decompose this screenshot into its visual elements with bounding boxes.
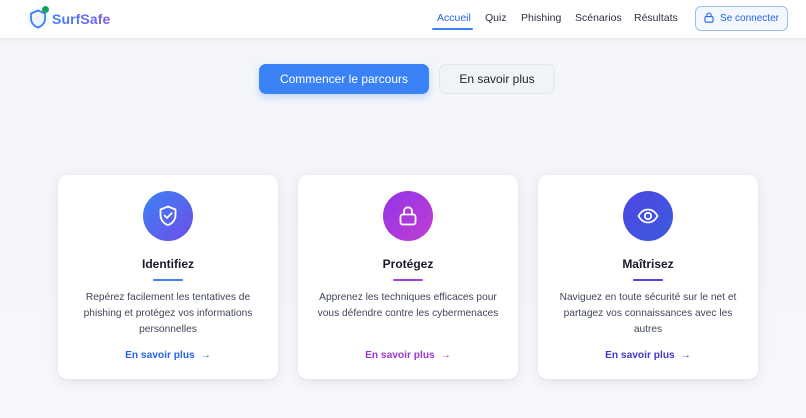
feature-card-maitrisez: Maîtrisez Naviguez en toute sécurité sur… <box>538 175 758 379</box>
card-link-label: En savoir plus <box>605 350 675 361</box>
card-description: Apprenez les techniques efficaces pour v… <box>317 292 499 319</box>
top-navbar: SurfSafe Accueil Quiz Phishing Scénarios… <box>0 0 806 39</box>
card-divider <box>633 279 663 281</box>
card-divider <box>153 279 183 281</box>
card-link-label: En savoir plus <box>365 350 435 361</box>
nav-links: Accueil Quiz Phishing Scénarios Résultat… <box>0 0 806 38</box>
card-link-label: En savoir plus <box>125 350 195 361</box>
card-description: Repérez facilement les tentatives de phi… <box>83 292 253 335</box>
login-button[interactable]: Se connecter <box>695 6 788 31</box>
nav-link-accueil[interactable]: Accueil <box>437 12 471 24</box>
nav-link-phishing[interactable]: Phishing <box>521 12 561 24</box>
nav-link-quiz[interactable]: Quiz <box>485 12 507 24</box>
feature-card-identifiez: Identifiez Repérez facilement les tentat… <box>58 175 278 379</box>
shield-check-icon <box>143 191 193 241</box>
nav-link-scenarios[interactable]: Scénarios <box>575 12 622 24</box>
eye-icon <box>623 191 673 241</box>
card-divider <box>393 279 423 281</box>
card-learn-more-link[interactable]: En savoir plus → <box>538 350 758 361</box>
card-title: Protégez <box>382 257 434 271</box>
lock-icon <box>383 191 433 241</box>
arrow-right-icon: → <box>200 350 211 361</box>
feature-card-protegez: Protégez Apprenez les techniques efficac… <box>298 175 518 379</box>
start-journey-button[interactable]: Commencer le parcours <box>259 64 429 94</box>
card-title: Maîtrisez <box>622 257 674 271</box>
arrow-right-icon: → <box>680 350 691 361</box>
login-label: Se connecter <box>720 13 779 24</box>
card-learn-more-link[interactable]: En savoir plus → <box>58 350 278 361</box>
card-title: Identifiez <box>141 257 194 271</box>
card-learn-more-link[interactable]: En savoir plus → <box>298 350 518 361</box>
lock-icon <box>704 11 714 26</box>
learn-more-button[interactable]: En savoir plus <box>439 64 555 94</box>
nav-link-resultats[interactable]: Résultats <box>634 12 678 24</box>
active-nav-indicator <box>432 28 473 30</box>
arrow-right-icon: → <box>440 350 451 361</box>
card-description: Naviguez en toute sécurité sur le net et… <box>559 292 737 335</box>
